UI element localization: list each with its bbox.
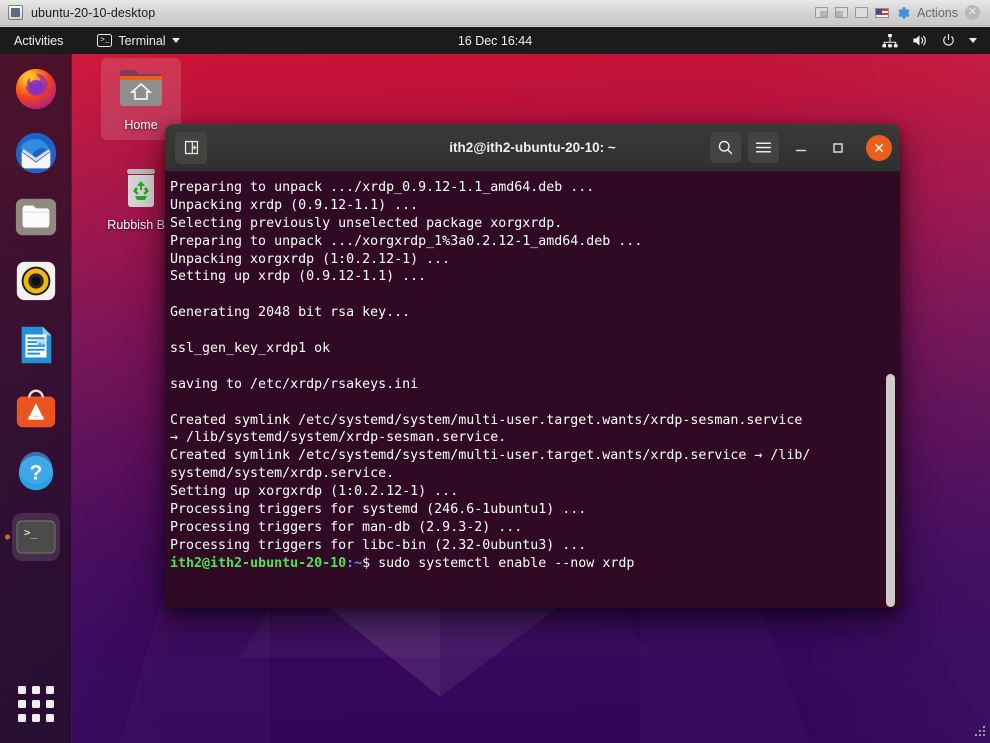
terminal-icon: >_ [97,34,113,47]
files-icon [15,198,56,236]
new-tab-button[interactable] [175,131,207,164]
thunderbird-icon [15,132,56,174]
power-icon[interactable] [941,33,956,48]
vm-screen-icon [8,5,23,20]
minimize-button[interactable] [786,133,816,163]
chevron-down-icon [171,38,180,43]
dock-item-files[interactable] [12,193,60,241]
new-tab-icon [184,140,198,155]
terminal-line: Selecting previously unselected package … [170,215,563,231]
help-icon: ? [18,451,53,491]
activities-label: Activities [14,33,64,48]
dock-item-help[interactable]: ? [12,449,60,497]
terminal-line: systemd/system/xrdp.service. [170,466,395,482]
terminal-titlebar[interactable]: ith2@ith2-ubuntu-20-10: ~ ✕ [165,124,900,172]
terminal-line: Generating 2048 bit rsa key... [170,305,411,321]
desktop-icon-label: Home [124,118,158,132]
app-menu-label: Terminal [118,33,166,48]
resize-grip[interactable] [971,724,987,740]
activities-button[interactable]: Activities [0,27,75,54]
hamburger-menu-button[interactable] [748,132,779,163]
terminal-line: Setting up xorgxrdp (1:0.2.12-1) ... [170,484,459,500]
dock-item-ubuntu-software[interactable] [12,385,60,433]
maximize-button[interactable] [823,133,853,163]
window-state-icon[interactable] [835,7,848,18]
prompt-user-host: ith2@ith2-ubuntu-20-10 [170,555,347,571]
ubuntu-software-icon [16,389,55,428]
terminal-line: Unpacking xrdp (0.9.12-1.1) ... [170,197,419,213]
gnome-top-bar: Activities >_ Terminal 16 Dec 16:44 [0,27,990,54]
prompt-sigil: $ [362,555,371,571]
terminal-line: Created symlink /etc/systemd/system/mult… [170,412,803,428]
minimize-icon [795,149,807,151]
vbox-window-title: ubuntu-20-10-desktop [31,5,156,20]
volume-icon[interactable] [911,33,928,48]
search-icon [718,140,733,155]
terminal-icon: >_ [15,520,56,554]
terminal-line: Processing triggers for man-db (2.9.3-2)… [170,519,523,535]
window-state-icon[interactable] [815,7,828,18]
terminal-line: Unpacking xorgxrdp (1:0.2.12-1) ... [170,251,451,267]
terminal-window[interactable]: ith2@ith2-ubuntu-20-10: ~ ✕ Preparing to… [165,124,900,608]
window-state-icon[interactable] [855,7,868,18]
maximize-icon [833,142,843,153]
search-button[interactable] [710,132,741,163]
vbox-actions-label[interactable]: Actions [917,6,958,20]
terminal-output: Preparing to unpack .../xrdp_0.9.12-1.1_… [168,179,900,573]
dock-item-libreoffice-writer[interactable] [12,321,60,369]
network-wired-icon[interactable] [882,33,898,48]
vbox-titlebar[interactable]: ubuntu-20-10-desktop Actions ✕ [0,0,990,26]
libreoffice-writer-icon [21,326,51,364]
gear-icon[interactable] [896,6,910,20]
terminal-line: Preparing to unpack .../xrdp_0.9.12-1.1_… [170,180,595,195]
dock-item-thunderbird[interactable] [12,129,60,177]
terminal-prompt-line: ith2@ith2-ubuntu-20-10:~$ sudo systemctl… [170,555,900,573]
firefox-icon [15,68,56,110]
prompt-command: sudo systemctl enable --now xrdp [370,555,635,571]
terminal-line: Preparing to unpack .../xorgxrdp_1%3a0.2… [170,233,643,249]
prompt-path: :~ [346,555,363,571]
dock-item-rhythmbox[interactable] [12,257,60,305]
close-button[interactable]: ✕ [866,134,892,161]
svg-text:?: ? [29,462,42,485]
app-menu-terminal[interactable]: >_ Terminal [97,27,180,54]
home-folder-icon [120,70,162,106]
rhythmbox-icon [16,261,55,301]
ubuntu-dock: ? >_ [0,54,72,743]
us-flag-icon[interactable] [875,7,889,18]
terminal-line: Setting up xrdp (0.9.12-1.1) ... [170,269,427,285]
system-tray[interactable] [882,33,990,48]
close-icon[interactable]: ✕ [965,5,980,20]
terminal-body[interactable]: Preparing to unpack .../xrdp_0.9.12-1.1_… [165,172,900,608]
hamburger-icon [755,142,772,153]
show-applications-button[interactable] [14,682,58,726]
terminal-line: saving to /etc/xrdp/rsakeys.ini [170,376,419,392]
trash-icon [127,169,155,207]
svg-text:>_: >_ [24,526,38,539]
terminal-line: Created symlink /etc/systemd/system/mult… [170,448,811,464]
chevron-down-icon[interactable] [969,38,977,43]
dock-item-terminal[interactable]: >_ [11,513,60,561]
terminal-scrollbar[interactable] [886,374,895,607]
terminal-line: → /lib/systemd/system/xrdp-sesman.servic… [170,430,507,446]
terminal-line: Processing triggers for libc-bin (2.32-0… [170,537,587,553]
dock-item-firefox[interactable] [12,65,60,113]
vm-guest-screen[interactable]: Activities >_ Terminal 16 Dec 16:44 Home… [0,27,990,743]
terminal-line: Processing triggers for systemd (246.6-1… [170,502,587,518]
terminal-line: ssl_gen_key_xrdp1 ok [170,341,331,357]
